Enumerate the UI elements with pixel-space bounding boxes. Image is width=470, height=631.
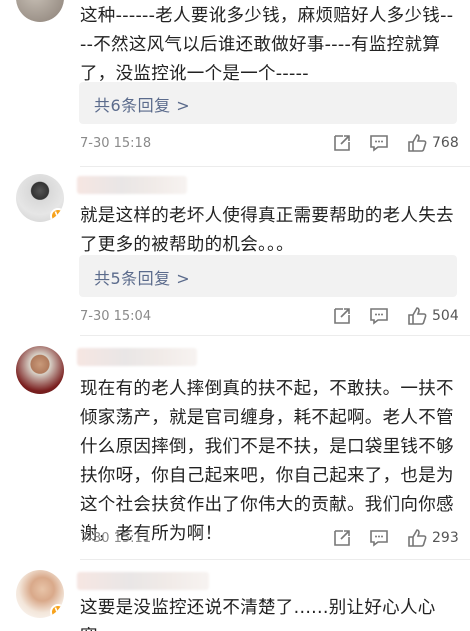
reply-box[interactable]: 共6条回复 > xyxy=(79,82,457,124)
username[interactable] xyxy=(77,176,187,194)
divider xyxy=(80,559,470,560)
avatar[interactable] xyxy=(16,0,64,22)
comment-footer: 7-30 15:04 504 xyxy=(80,305,459,329)
verified-badge-icon: V xyxy=(50,604,64,618)
reply-box[interactable]: 共5条回复 > xyxy=(79,255,457,297)
comment-footer: 7-30 15:18 768 xyxy=(80,132,459,156)
avatar[interactable] xyxy=(16,346,64,394)
comment-icon[interactable] xyxy=(368,305,390,327)
username[interactable] xyxy=(77,348,197,366)
like-count: 293 xyxy=(432,530,459,546)
share-icon[interactable] xyxy=(331,527,353,549)
like-count: 504 xyxy=(432,308,459,324)
comment-text: 这要是没监控还说不清楚了......别让好心人心寒。 xyxy=(80,598,436,631)
share-icon[interactable] xyxy=(331,132,353,154)
timestamp: 7-30 15:18 xyxy=(80,136,152,151)
timestamp: 7-30 15:11 xyxy=(80,531,152,546)
username[interactable] xyxy=(77,572,209,590)
comment-text: 这种------老人要讹多少钱，麻烦赔好人多少钱----不然这风气以后谁还敢做好… xyxy=(80,6,454,84)
divider xyxy=(80,335,470,336)
avatar[interactable]: V xyxy=(16,174,64,222)
comment-icon[interactable] xyxy=(368,527,390,549)
timestamp: 7-30 15:04 xyxy=(80,309,152,324)
like-count: 768 xyxy=(432,135,459,151)
comment-icon[interactable] xyxy=(368,132,390,154)
divider xyxy=(80,166,470,167)
comment-text: 就是这样的老坏人使得真正需要帮助的老人失去了更多的被帮助的机会。。。 xyxy=(80,206,454,255)
avatar[interactable]: V xyxy=(16,570,64,618)
comment-footer: 7-30 15:11 293 xyxy=(80,527,459,551)
view-replies-link[interactable]: 共5条回复 > xyxy=(94,265,190,289)
thumbs-up-icon[interactable] xyxy=(406,305,428,327)
share-icon[interactable] xyxy=(331,305,353,327)
verified-badge-icon: V xyxy=(50,208,64,222)
view-replies-link[interactable]: 共6条回复 > xyxy=(94,92,190,116)
thumbs-up-icon[interactable] xyxy=(406,527,428,549)
comment-text: 现在有的老人摔倒真的扶不起，不敢扶。一扶不倾家荡产，就是官司缠身，耗不起啊。老人… xyxy=(80,379,454,544)
thumbs-up-icon[interactable] xyxy=(406,132,428,154)
